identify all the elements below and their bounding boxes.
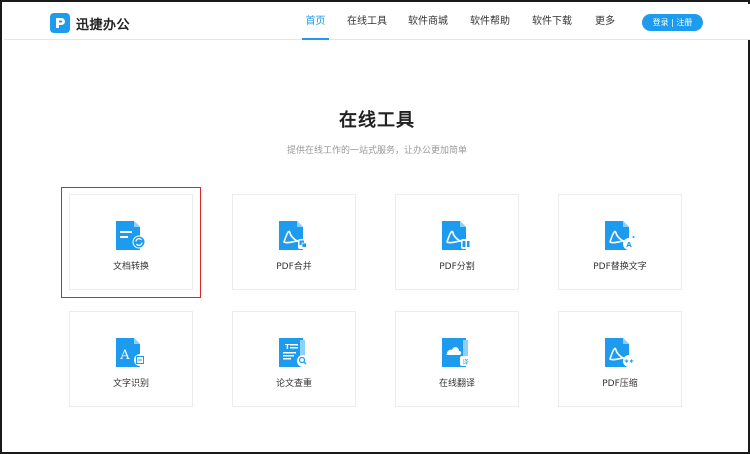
nav-software-download[interactable]: 软件下载 [532,4,572,40]
pdf-split-icon [442,221,471,250]
svg-text:T: T [285,343,290,351]
tool-card-label: 文字识别 [112,379,149,389]
tool-card-label: PDF替换文字 [593,262,647,272]
svg-text:A: A [626,241,632,249]
logo-icon [50,13,70,33]
logo-text: 迅捷办公 [76,17,131,33]
tool-card-label: 论文查重 [275,379,312,389]
tool-card-text-recognition[interactable]: A 文字识别 [69,311,193,407]
top-navbar: 迅捷办公 首页 在线工具 软件商城 软件帮助 软件下载 更多 登录 | 注册 [4,4,750,40]
nav-home[interactable]: 首页 [302,4,329,40]
tool-card-label: PDF压缩 [602,379,638,389]
pdf-compress-icon [605,338,635,367]
paper-check-icon: T [279,338,309,367]
page-title: 在线工具 [339,110,415,131]
svg-text:译: 译 [462,358,468,366]
tool-card-pdf-replace-text[interactable]: A PDF替换文字 [558,194,682,290]
tool-card-label: PDF分割 [439,262,475,272]
tool-card-pdf-merge[interactable]: PDF合并 [232,194,356,290]
online-translate-icon: 译 [442,338,471,367]
tool-card-label: 在线翻译 [438,379,475,389]
nav-software-help[interactable]: 软件帮助 [470,4,510,40]
tool-card-paper-check[interactable]: T 论文查重 [232,311,356,407]
tool-card-pdf-compress[interactable]: PDF压缩 [558,311,682,407]
page-subtitle: 提供在线工作的一站式服务，让办公更加简单 [286,146,467,156]
selection-highlight [61,187,201,298]
nav-more[interactable]: 更多 [594,4,616,40]
svg-text:A: A [119,348,130,363]
page-frame: 迅捷办公 首页 在线工具 软件商城 软件帮助 软件下载 更多 登录 | 注册 在… [0,0,750,454]
text-recognition-icon: A [116,338,146,367]
tool-card-online-translate[interactable]: 译 在线翻译 [395,311,519,407]
pdf-replace-text-icon: A [605,221,635,250]
tool-card-pdf-split[interactable]: PDF分割 [395,194,519,290]
tool-card-label: PDF合并 [276,262,312,272]
nav-software-store[interactable]: 软件商城 [408,4,448,40]
nav-online-tools[interactable]: 在线工具 [347,4,387,40]
logo[interactable]: 迅捷办公 [50,12,130,34]
login-register-button[interactable]: 登录 | 注册 [642,14,703,31]
pdf-merge-icon [279,221,308,250]
